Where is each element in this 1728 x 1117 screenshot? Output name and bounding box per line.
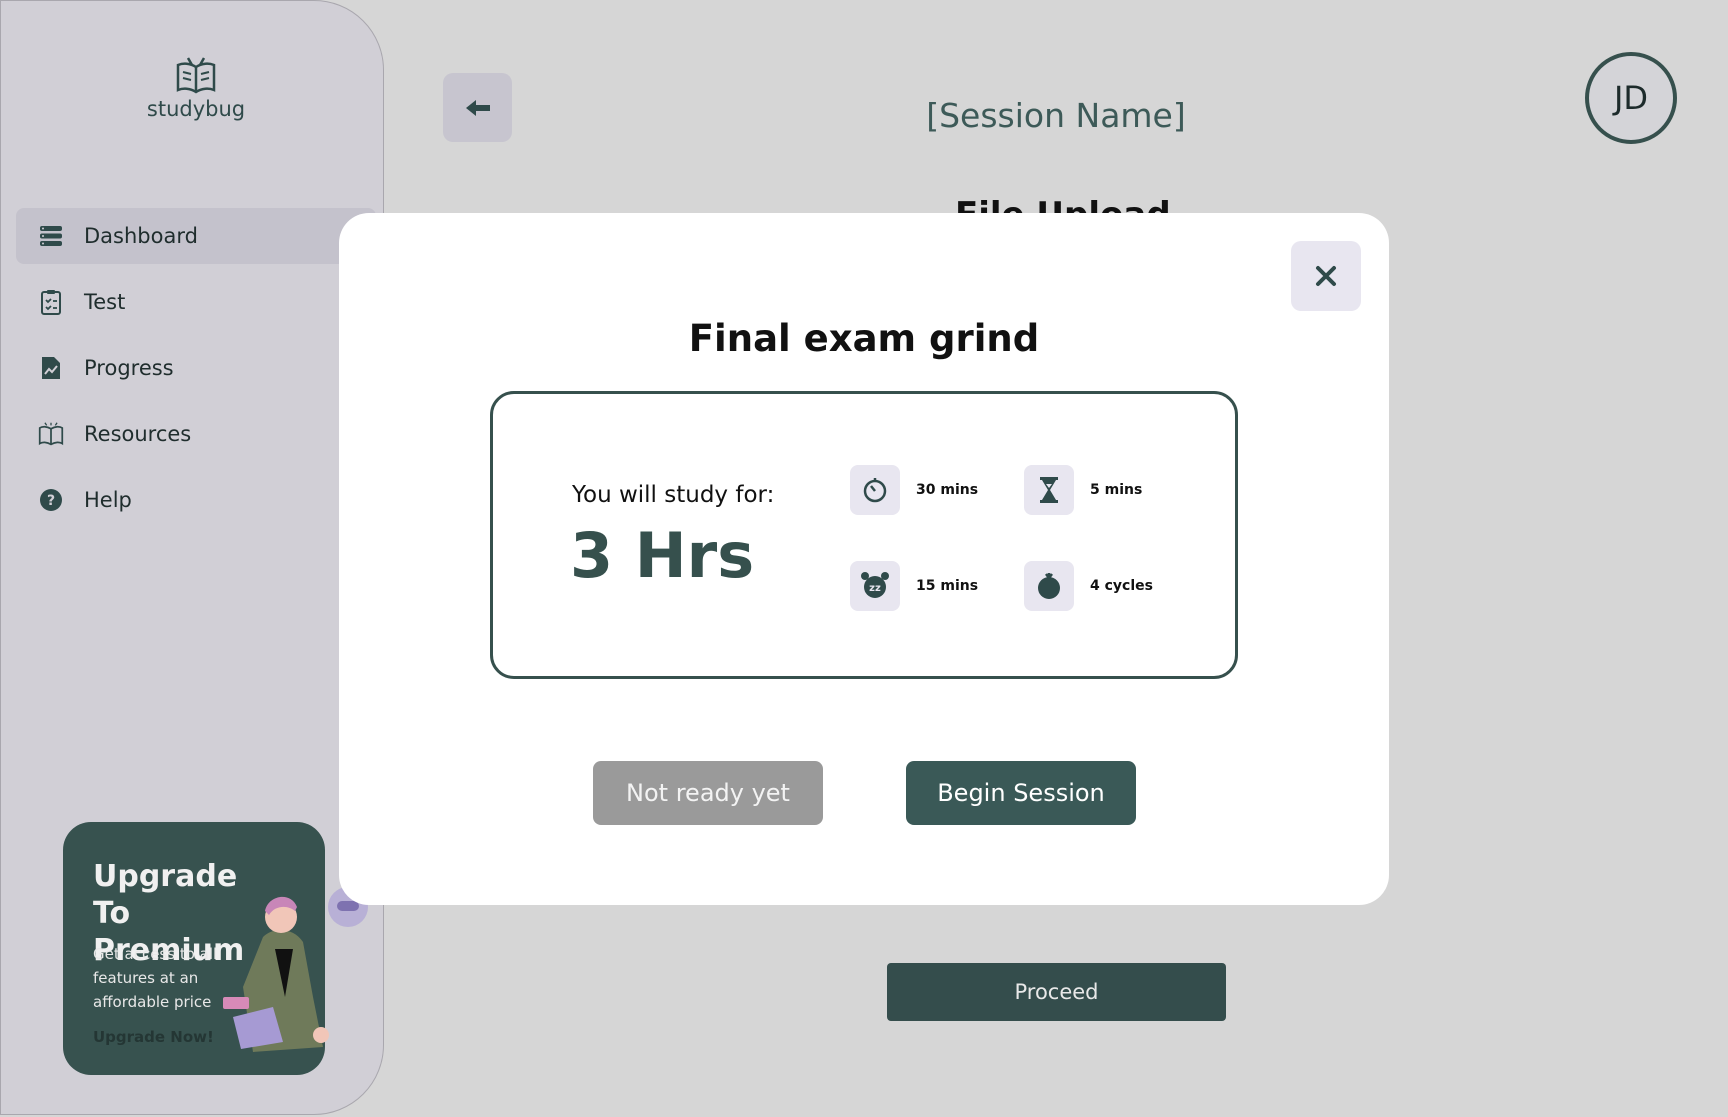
sidebar-item-label: Test	[84, 290, 126, 314]
sidebar-item-resources[interactable]: Resources	[16, 406, 376, 462]
sidebar-item-progress[interactable]: Progress	[16, 340, 376, 396]
alarm-clock-icon: zz	[850, 561, 900, 611]
stat-label: 5 mins	[1090, 482, 1143, 498]
hourglass-icon	[1024, 465, 1074, 515]
stat-label: 4 cycles	[1090, 578, 1153, 594]
cycles-stat: 4 cycles	[1024, 561, 1153, 611]
sidebar-item-dashboard[interactable]: Dashboard	[16, 208, 376, 264]
study-summary-card: You will study for: 3 Hrs 30 mins 5 mins…	[490, 391, 1238, 679]
clipboard-icon	[38, 289, 64, 315]
sidebar-item-test[interactable]: Test	[16, 274, 376, 330]
book-logo-icon	[176, 57, 216, 94]
svg-text:zz: zz	[869, 583, 881, 594]
short-break-stat: 5 mins	[1024, 465, 1142, 515]
svg-text:?: ?	[47, 493, 55, 509]
dashboard-icon	[38, 223, 64, 249]
logo-text: studybug	[146, 97, 246, 121]
begin-session-button[interactable]: Begin Session	[906, 761, 1136, 825]
page-title: [Session Name]	[926, 96, 1186, 135]
book-icon	[38, 421, 64, 447]
sidebar-item-label: Progress	[84, 356, 174, 380]
study-duration-label: You will study for:	[572, 482, 775, 508]
stopwatch-icon	[850, 465, 900, 515]
study-duration-value: 3 Hrs	[570, 519, 755, 592]
promo-description: Get access to all features at an afforda…	[93, 945, 218, 1011]
logo[interactable]: studybug	[146, 57, 246, 121]
avatar[interactable]: JD	[1585, 52, 1677, 144]
not-ready-button[interactable]: Not ready yet	[593, 761, 823, 825]
modal-title: Final exam grind	[688, 317, 1040, 360]
proceed-button[interactable]: Proceed	[887, 963, 1226, 1021]
upgrade-now-link[interactable]: Upgrade Now!	[93, 1028, 214, 1046]
back-button[interactable]	[443, 73, 512, 142]
progress-chart-icon	[38, 355, 64, 381]
sidebar-item-help[interactable]: ? Help	[16, 472, 376, 528]
sidebar: studybug Dashboard Test Progress Resourc…	[0, 0, 384, 1115]
arrow-left-icon	[465, 99, 490, 116]
close-icon	[1316, 266, 1336, 286]
student-illustration-icon	[223, 887, 368, 1052]
stat-label: 30 mins	[916, 482, 979, 498]
tomato-icon	[1024, 561, 1074, 611]
close-button[interactable]	[1291, 241, 1361, 311]
sidebar-item-label: Dashboard	[84, 224, 198, 248]
stat-label: 15 mins	[916, 578, 979, 594]
focus-duration-stat: 30 mins	[850, 465, 978, 515]
sidebar-item-label: Resources	[84, 422, 192, 446]
upgrade-promo-card[interactable]: Upgrade To Premium Get access to all fea…	[63, 822, 368, 1075]
session-modal: Final exam grind You will study for: 3 H…	[339, 213, 1389, 905]
sidebar-item-label: Help	[84, 488, 132, 512]
help-icon: ?	[38, 487, 64, 513]
long-break-stat: zz 15 mins	[850, 561, 978, 611]
